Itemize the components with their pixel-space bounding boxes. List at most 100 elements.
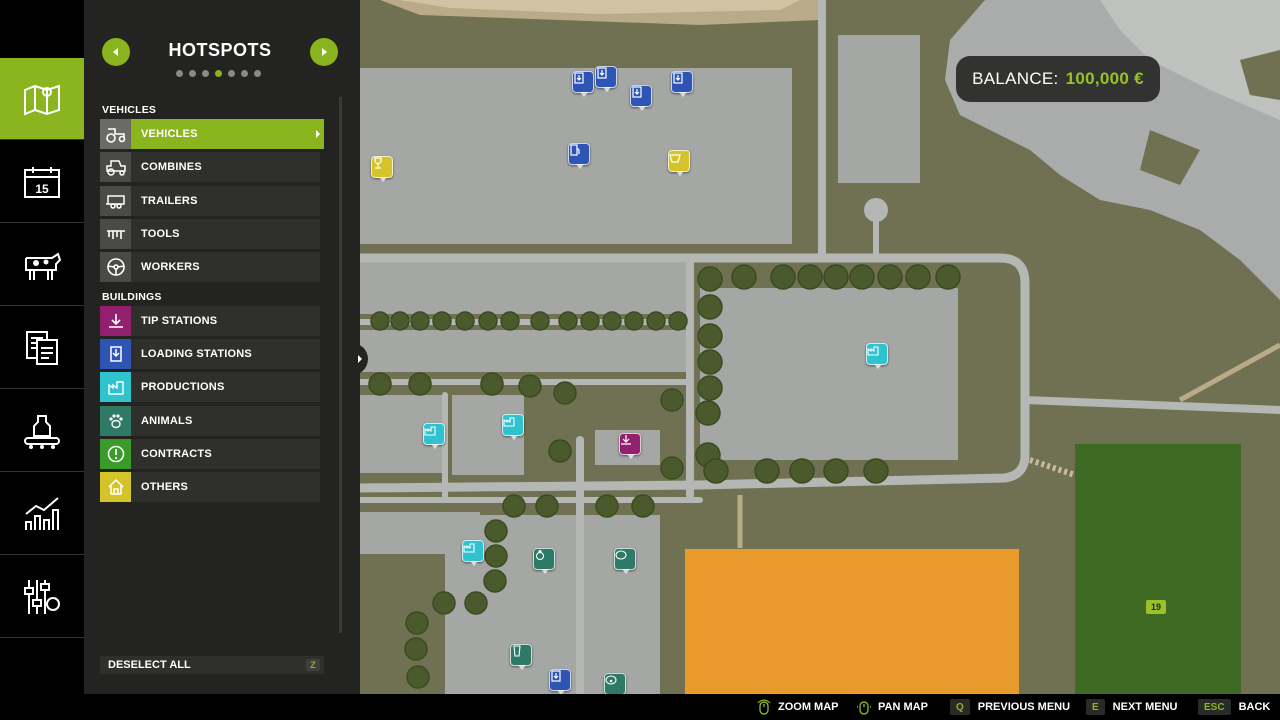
input-hints-bar: ZOOM MAP PAN MAP Q PREVIOUS MENU E NEXT …: [0, 694, 1280, 720]
page-dot[interactable]: [254, 70, 261, 77]
page-dot[interactable]: [176, 70, 183, 77]
animal-hotspot[interactable]: [604, 673, 626, 694]
loading-station-hotspot[interactable]: [671, 71, 693, 97]
chevron-right-icon: [358, 355, 362, 363]
nav-item-settings[interactable]: [0, 556, 84, 638]
filter-productions[interactable]: PRODUCTIONS: [100, 372, 320, 402]
production-hotspot[interactable]: [866, 343, 888, 369]
hint-back[interactable]: ESC BACK: [1198, 699, 1270, 715]
loading-station-icon: [574, 72, 584, 84]
filter-label: TIP STATIONS: [141, 315, 218, 327]
statistics-icon: [25, 496, 59, 530]
production-hotspot[interactable]: [502, 414, 524, 440]
calendar-icon: 15: [24, 166, 60, 198]
next-page-button[interactable]: [310, 38, 338, 66]
loading-station-hotspot[interactable]: [630, 85, 652, 111]
deselect-all-key: Z: [306, 659, 320, 671]
filter-label: VEHICLES: [141, 128, 198, 140]
tractor-icon: [100, 119, 131, 149]
deselect-all-button[interactable]: DESELECT ALL Z: [100, 656, 324, 674]
tip-station-icon: [100, 306, 131, 336]
hint-label: PREVIOUS MENU: [977, 701, 1071, 713]
nav-item-calendar[interactable]: 15: [0, 141, 84, 223]
paw-icon: [100, 406, 131, 436]
horse-icon: [513, 645, 521, 657]
loading-station-hotspot[interactable]: [572, 71, 594, 97]
filter-tip-stations[interactable]: TIP STATIONS: [100, 306, 320, 336]
filter-others[interactable]: OTHERS: [100, 472, 320, 502]
map-icon: [24, 84, 60, 115]
other-hotspot[interactable]: [371, 156, 393, 182]
filter-animals[interactable]: ANIMALS: [100, 406, 320, 436]
hint-next-menu[interactable]: E NEXT MENU: [1086, 699, 1177, 715]
filter-trailers[interactable]: TRAILERS: [100, 186, 320, 216]
page-dot-active[interactable]: [215, 70, 222, 77]
panel-scrollbar[interactable]: [339, 97, 342, 633]
loading-station-icon: [551, 670, 561, 682]
steering-wheel-icon: [100, 252, 131, 282]
factory-icon: [503, 417, 515, 427]
field-number-badge[interactable]: 19: [1146, 600, 1166, 614]
balance-display: BALANCE: 100,000 €: [956, 56, 1160, 102]
basket-icon: [669, 154, 681, 163]
tool-icon: [100, 219, 131, 249]
nav-item-production[interactable]: [0, 390, 84, 472]
shop-hotspot[interactable]: [668, 150, 690, 176]
fuel-pump-icon: [570, 144, 580, 156]
hint-label: NEXT MENU: [1112, 701, 1178, 713]
tip-station-icon: [621, 435, 631, 445]
calendar-day-text: 15: [35, 182, 49, 196]
combine-icon: [100, 152, 131, 182]
hint-label: BACK: [1238, 701, 1271, 713]
house-icon: [100, 472, 131, 502]
filter-label: PRODUCTIONS: [141, 381, 225, 393]
tip-station-hotspot[interactable]: [619, 433, 641, 459]
filter-tools[interactable]: TOOLS: [100, 219, 320, 249]
factory-icon: [463, 543, 475, 553]
production-hotspot[interactable]: [423, 423, 445, 449]
loading-station-hotspot[interactable]: [595, 66, 617, 92]
exclamation-icon: [100, 439, 131, 469]
nav-item-statistics[interactable]: [0, 473, 84, 555]
settings-icon: [24, 579, 60, 614]
production-hotspot[interactable]: [462, 540, 484, 566]
animal-hotspot[interactable]: [533, 548, 555, 574]
hint-key: E: [1086, 699, 1105, 715]
filter-contracts[interactable]: CONTRACTS: [100, 439, 320, 469]
page-title: HOTSPOTS: [168, 40, 272, 60]
page-dot[interactable]: [228, 70, 235, 77]
production-icon: [24, 414, 60, 449]
cow-icon: [25, 251, 62, 280]
previous-page-button[interactable]: [102, 38, 130, 66]
trailer-icon: [100, 186, 131, 216]
page-dot[interactable]: [189, 70, 196, 77]
trophy-icon: [374, 157, 382, 169]
filter-label: WORKERS: [141, 261, 200, 273]
filter-combines[interactable]: COMBINES: [100, 152, 320, 182]
nav-item-contracts[interactable]: [0, 307, 84, 389]
hint-zoom-map[interactable]: ZOOM MAP: [756, 699, 839, 715]
filter-loading-stations[interactable]: LOADING STATIONS: [100, 339, 320, 369]
loading-station-hotspot[interactable]: [549, 669, 571, 694]
filter-workers[interactable]: WORKERS: [100, 252, 320, 282]
fuel-station-hotspot[interactable]: [568, 143, 590, 169]
deselect-all-label: DESELECT ALL: [108, 659, 191, 671]
page-dot[interactable]: [241, 70, 248, 77]
hint-pan-map[interactable]: PAN MAP: [856, 699, 928, 715]
filter-label: ANIMALS: [141, 415, 193, 427]
filter-label: TOOLS: [141, 228, 180, 240]
factory-icon: [424, 426, 436, 436]
filter-vehicles[interactable]: VEHICLES: [100, 119, 324, 149]
page-dot[interactable]: [202, 70, 209, 77]
nav-item-animals[interactable]: [0, 224, 84, 306]
balance-value: 100,000 €: [1065, 69, 1144, 88]
animal-hotspot[interactable]: [614, 548, 636, 574]
loading-station-icon: [673, 72, 683, 84]
animal-hotspot[interactable]: [510, 644, 532, 670]
nav-item-map[interactable]: [0, 58, 90, 140]
mouse-icon: [756, 699, 772, 715]
hint-key: Q: [950, 699, 970, 715]
loading-station-icon: [632, 86, 642, 98]
hint-previous-menu[interactable]: Q PREVIOUS MENU: [950, 699, 1070, 715]
factory-icon: [100, 372, 131, 402]
